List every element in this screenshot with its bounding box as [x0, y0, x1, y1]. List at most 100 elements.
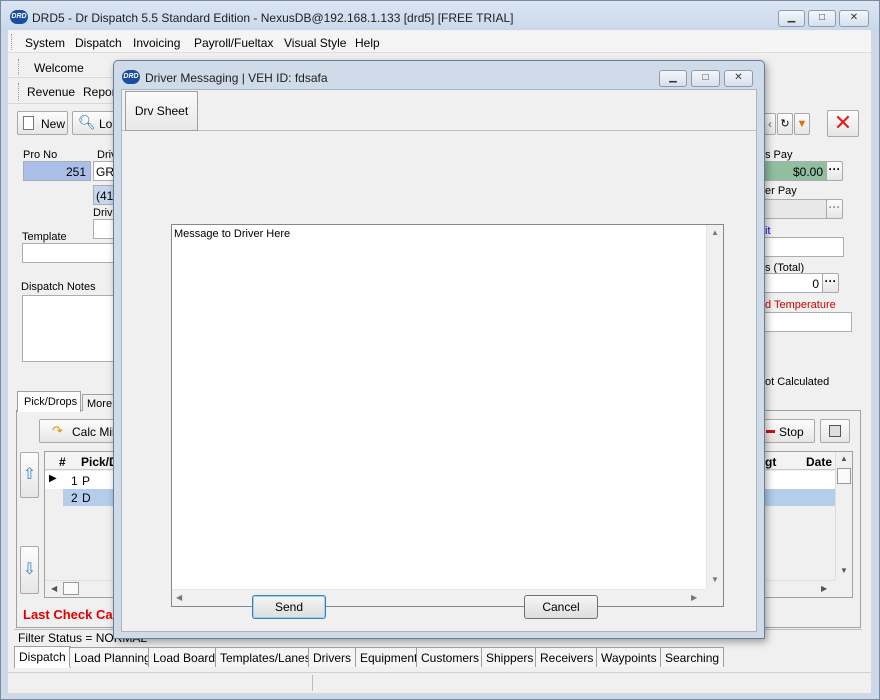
stop-button[interactable]: Stop — [764, 419, 815, 443]
refresh-icon: ↻ — [780, 118, 790, 130]
reports-gripper[interactable] — [18, 83, 20, 101]
driver-field[interactable]: GRI — [93, 161, 115, 181]
tab-searching[interactable]: Searching — [660, 647, 725, 667]
tab-pick-drops[interactable]: Pick/Drops — [17, 391, 81, 412]
template-field[interactable] — [22, 243, 115, 263]
dialog-minimize-button[interactable]: ▁ — [659, 70, 687, 87]
driver-phone-field[interactable]: (417 — [93, 185, 115, 205]
message-textarea[interactable]: Message to Driver Here ▲ ▼ ◀ ▶ — [171, 224, 724, 607]
scroll-down-icon: ▼ — [711, 575, 719, 584]
dialog-logo-icon: DRD — [122, 70, 140, 84]
remove-stop-icon — [766, 430, 775, 433]
col-date-header[interactable]: Date — [806, 455, 832, 469]
reports-menu[interactable]: Repor — [83, 85, 116, 99]
tab-waypoints[interactable]: Waypoints — [596, 647, 662, 667]
refresh-button[interactable]: ↻ — [777, 113, 793, 135]
menu-bar: System Dispatch Invoicing Payroll/Fuelta… — [8, 31, 871, 53]
tab-more[interactable]: More... — [82, 394, 114, 411]
welcome-tab[interactable]: Welcome — [34, 61, 84, 75]
scroll-right-icon: ▶ — [691, 593, 698, 602]
new-doc-icon — [23, 116, 34, 130]
tab-shippers[interactable]: Shippers — [481, 647, 539, 667]
pay-field[interactable]: $0.00 — [764, 161, 828, 181]
menu-visual-style[interactable]: Visual Style — [284, 36, 346, 50]
tab-equipment[interactable]: Equipment — [355, 647, 423, 667]
driver-messaging-dialog: DRD Driver Messaging | VEH ID: fdsafa ▁ … — [113, 60, 765, 639]
tab-drivers[interactable]: Drivers — [308, 647, 356, 667]
col-num-header[interactable]: # — [59, 455, 66, 469]
tab-templates-lanes[interactable]: Templates/Lanes — [215, 647, 316, 667]
message-vscrollbar[interactable]: ▲ ▼ — [706, 225, 723, 589]
move-down-button[interactable]: ⇩ — [20, 546, 39, 594]
close-button[interactable]: ✕ — [839, 10, 869, 27]
stop-button-label: Stop — [779, 425, 804, 439]
pay-ellipsis-button[interactable]: ··· — [826, 161, 843, 181]
scroll-left-icon: ◀ — [176, 593, 183, 602]
unit-field[interactable] — [764, 237, 844, 257]
maximize-button[interactable]: □ — [808, 10, 836, 27]
save-button[interactable] — [820, 419, 850, 443]
new-button[interactable]: New — [17, 111, 68, 135]
tab-load-planning[interactable]: Load Planning — [69, 647, 156, 667]
template-label: Template — [22, 231, 67, 243]
unit-link[interactable]: it — [765, 225, 771, 237]
other-pay-field — [764, 199, 828, 219]
col-weight-header[interactable]: gt — [765, 455, 776, 469]
close-dispatch-button[interactable]: ✕ — [827, 110, 859, 137]
status-bar — [8, 672, 871, 692]
temperature-label: d Temperature — [765, 299, 836, 311]
tab-drv-sheet[interactable]: Drv Sheet — [125, 91, 198, 131]
total-ellipsis-button[interactable]: ··· — [822, 273, 839, 293]
save-icon — [829, 425, 841, 437]
cancel-button[interactable]: Cancel — [524, 595, 598, 619]
tab-customers[interactable]: Customers — [416, 647, 485, 667]
pro-no-field[interactable]: 251 — [23, 161, 91, 181]
scroll-left-icon: ◀ — [51, 584, 58, 593]
dialog-title: Driver Messaging | VEH ID: fdsafa — [145, 71, 328, 85]
new-button-label: New — [41, 117, 66, 131]
menu-help[interactable]: Help — [355, 36, 380, 50]
pro-no-label: Pro No — [23, 149, 58, 161]
grid-hscroll-thumb[interactable] — [63, 582, 79, 595]
search-load-icon: 🔍︎ — [78, 114, 96, 130]
menu-system[interactable]: System — [25, 36, 65, 50]
scroll-right-icon: ▶ — [821, 584, 828, 593]
send-button[interactable]: Send — [252, 595, 326, 619]
menu-invoicing[interactable]: Invoicing — [133, 36, 180, 50]
grid-vscrollbar[interactable]: ▲ ▼ — [835, 452, 852, 580]
pay-label: s Pay — [765, 149, 793, 161]
scroll-corner — [706, 589, 723, 606]
calc-miles-label: Calc Miles — [72, 425, 114, 439]
grid-vscroll-thumb[interactable] — [837, 468, 851, 484]
row-num: 1 — [71, 474, 78, 488]
row-type: D — [82, 491, 91, 505]
dispatch-notes-field[interactable] — [22, 295, 115, 362]
tab-dispatch[interactable]: Dispatch — [14, 646, 71, 668]
up-arrow-icon: ⇧ — [22, 466, 37, 483]
move-up-button[interactable]: ⇧ — [20, 452, 39, 498]
total-field[interactable]: 0 — [764, 273, 824, 293]
calc-miles-button[interactable]: ↷ Calc Miles — [39, 419, 115, 443]
dispatch-notes-label: Dispatch Notes — [21, 281, 96, 293]
tab-receivers[interactable]: Receivers — [535, 647, 599, 667]
close-icon: ✕ — [849, 12, 859, 23]
minimize-button[interactable]: ▁ — [778, 10, 805, 27]
menu-gripper[interactable] — [11, 34, 13, 50]
menu-payroll-fueltax[interactable]: Payroll/Fueltax — [194, 36, 273, 50]
app-logo-icon: DRD — [10, 10, 28, 24]
menu-dispatch[interactable]: Dispatch — [75, 36, 122, 50]
driver2-field[interactable] — [93, 219, 115, 239]
filter-button[interactable]: ▼ — [794, 113, 810, 135]
welcome-gripper[interactable] — [18, 59, 20, 75]
dialog-close-button[interactable]: ✕ — [724, 70, 753, 87]
status-divider — [312, 675, 313, 691]
dialog-maximize-button[interactable]: □ — [691, 70, 720, 87]
maximize-icon: □ — [702, 72, 709, 83]
revenue-menu[interactable]: Revenue — [27, 85, 75, 99]
dialog-client-area: Drv Sheet Message to Driver Here ▲ ▼ ◀ ▶… — [121, 89, 757, 632]
tab-load-board[interactable]: Load Board — [148, 647, 221, 667]
other-pay-ellipsis-button[interactable]: ··· — [826, 199, 843, 219]
temperature-field[interactable] — [764, 312, 852, 332]
welcome-toolbar: Welcome — [8, 56, 118, 78]
back-button[interactable]: ‹ — [764, 113, 776, 135]
